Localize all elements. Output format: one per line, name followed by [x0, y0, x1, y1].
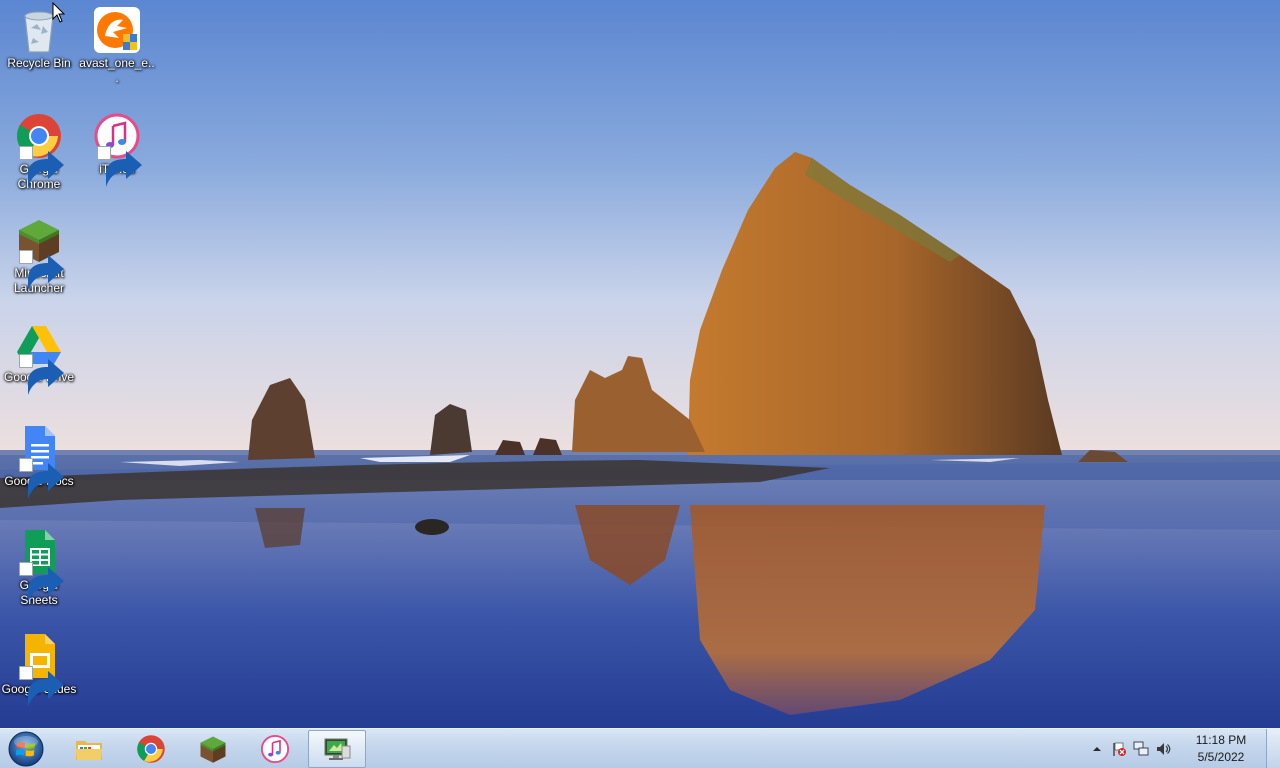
- taskbar-itunes[interactable]: [246, 730, 304, 768]
- taskbar-chrome[interactable]: [122, 730, 180, 768]
- clock-date: 5/5/2022: [1197, 750, 1245, 764]
- start-button[interactable]: [6, 731, 46, 767]
- show-desktop-button[interactable]: [1266, 729, 1280, 768]
- network-icon[interactable]: [1130, 739, 1152, 759]
- shortcut-arrow-icon: [19, 458, 64, 499]
- shortcut-arrow-icon: [19, 666, 64, 707]
- clock-time: 11:18 PM: [1195, 733, 1247, 747]
- google-sheets-icon: [15, 528, 64, 603]
- shortcut-arrow-icon: [19, 146, 64, 187]
- desktop-icon-minecraft-launcher[interactable]: Minecraft Launcher: [0, 212, 78, 296]
- minecraft-icon: [200, 736, 226, 763]
- taskbar-file-explorer[interactable]: [60, 730, 118, 768]
- desktop-icon-label: Recycle Bin: [7, 56, 71, 70]
- avast-icon: [93, 6, 141, 54]
- desktop-icon-itunes[interactable]: iTunes: [78, 108, 156, 187]
- clock[interactable]: 11:18 PM 5/5/2022: [1180, 732, 1262, 766]
- desktop-icon-avast[interactable]: avast_one_e...: [78, 2, 156, 86]
- desktop-icon-recycle-bin[interactable]: Recycle Bin: [0, 2, 78, 71]
- action-center-flag-icon[interactable]: [1108, 739, 1130, 759]
- minecraft-icon: [15, 216, 64, 291]
- show-hidden-icons-arrow[interactable]: [1086, 739, 1108, 759]
- windows-logo-icon: [8, 731, 44, 767]
- chrome-icon: [137, 735, 165, 763]
- desktop-icon-google-sheets[interactable]: Google Sheets: [0, 524, 78, 608]
- desktop-icon-google-slides[interactable]: Google Slides: [0, 628, 78, 707]
- desktop: Recycle Bin avast_one_e... Chrome Launch…: [0, 0, 1280, 728]
- file-explorer-icon: [76, 741, 102, 760]
- google-docs-icon: [15, 424, 64, 499]
- itunes-icon: [260, 734, 290, 764]
- desktop-icon-google-docs[interactable]: Google Docs: [0, 420, 78, 499]
- volume-icon[interactable]: [1152, 739, 1174, 759]
- google-slides-icon: [15, 632, 64, 707]
- shortcut-arrow-icon: [97, 146, 142, 187]
- shortcut-arrow-icon: [19, 354, 64, 395]
- shortcut-arrow-icon: [19, 250, 64, 291]
- itunes-icon: [93, 112, 142, 187]
- taskbar-remote-desktop[interactable]: [308, 730, 366, 768]
- remote-desktop-icon: [324, 738, 351, 760]
- taskbar: 11:18 PM 5/5/2022: [0, 728, 1280, 768]
- mouse-cursor-icon: [52, 2, 66, 23]
- google-drive-icon: [15, 320, 64, 395]
- desktop-icon-google-chrome[interactable]: Google Chrome: [0, 108, 78, 192]
- desktop-icon-google-drive[interactable]: Google Drive: [0, 316, 78, 395]
- system-tray: 11:18 PM 5/5/2022: [1086, 729, 1262, 768]
- shortcut-arrow-icon: [19, 562, 64, 603]
- chrome-icon: [15, 112, 64, 187]
- taskbar-minecraft[interactable]: [184, 730, 242, 768]
- desktop-icon-label: avast_one_e...: [79, 56, 155, 85]
